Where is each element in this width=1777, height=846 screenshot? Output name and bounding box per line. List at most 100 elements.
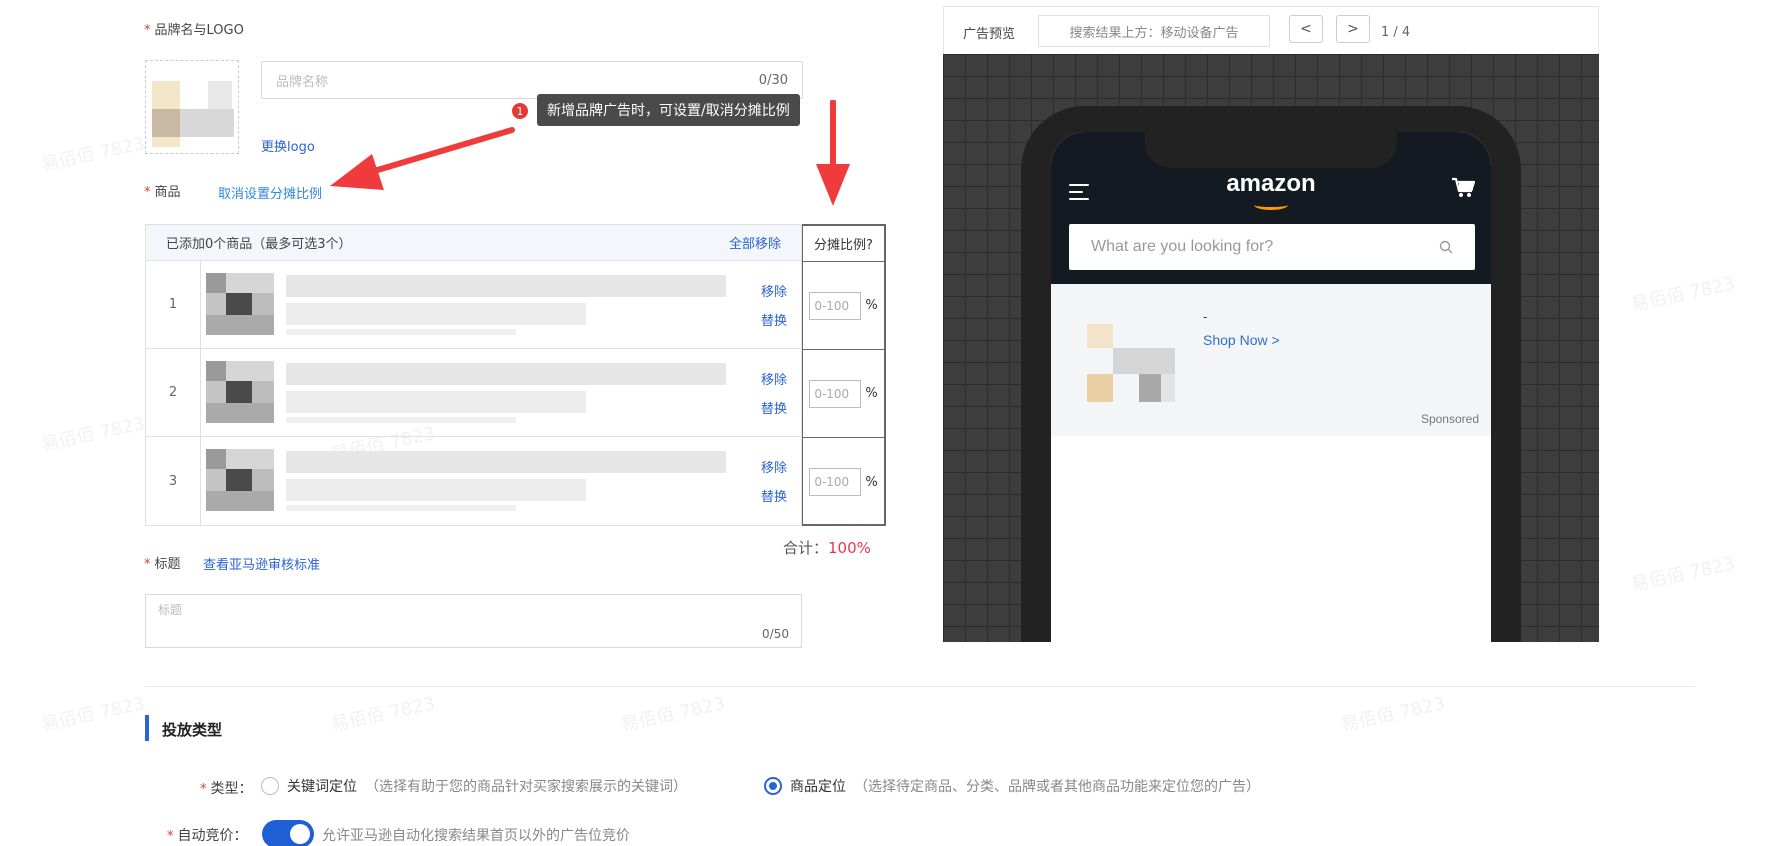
brand-name-placeholder: 品牌名称 [276,74,329,90]
annotation-tooltip: 新增品牌广告时，可设置/取消分摊比例 [537,94,800,126]
title-textarea[interactable]: 标题 0/50 [145,594,802,648]
product-title [286,363,726,423]
radio-keyword-targeting[interactable]: 关键词定位 （选择有助于您的商品针对买家搜索展示的关键词） [261,776,687,796]
amazon-smile-icon [1254,200,1288,210]
replace-button[interactable]: 替换 [761,398,787,417]
ratio-header: 分摊比例? [803,226,884,262]
amazon-search-box: What are you looking for? [1069,224,1475,270]
search-icon [1439,240,1453,254]
ratio-unit: % [865,474,878,490]
option-hint: （选择待定商品、分类、品牌或者其他商品功能来定位您的广告） [854,779,1260,795]
page-indicator: 1 / 4 [1381,25,1411,40]
goods-label-text: 商品 [154,185,181,200]
radio-checked-icon [764,777,782,795]
watermark: 易佰佰 7823 [39,413,147,456]
remove-button[interactable]: 移除 [761,281,787,300]
preview-label: 广告预览 [963,27,1016,42]
ratio-unit: % [865,386,878,401]
required-mark: * [144,185,151,200]
phone-frame: amazon What are you looking for? - Shop … [1021,106,1521,642]
watermark: 易佰佰 7823 [39,693,147,736]
cancel-ratio-link[interactable]: 取消设置分摊比例 [218,183,322,202]
ratio-total: 合计：100% [783,537,871,558]
product-table-header: 已添加0个商品（最多可选3个） 全部移除 [146,225,801,261]
required-mark: * [144,557,151,572]
review-standard-link[interactable]: 查看亚马逊审核标准 [203,554,320,573]
watermark: 易佰佰 7823 [1629,273,1737,316]
replace-button[interactable]: 替换 [761,310,787,329]
watermark: 易佰佰 7823 [619,693,727,736]
chevron-left-icon: < [1300,21,1312,37]
ratio-cell: 0-100 % [803,438,884,526]
required-mark: * [200,782,207,797]
remove-all-button[interactable]: 全部移除 [729,233,781,252]
product-image [206,361,276,425]
brand-logo[interactable] [145,60,239,154]
type-label: * 类型： [200,778,253,798]
placement-select[interactable]: 搜索结果上方：移动设备广告 [1038,15,1270,47]
table-row: 3 移除 替换 [146,437,801,525]
option-hint: （选择有助于您的商品针对买家搜索展示的关键词） [365,779,687,795]
total-label: 合计： [783,539,829,557]
title-label-text: 标题 [154,557,181,572]
total-value: 100% [828,539,871,557]
auto-bid-label: * 自动竞价： [167,825,248,845]
ratio-input[interactable]: 0-100 [809,379,862,408]
product-title [286,451,726,511]
chevron-right-icon: > [1347,21,1359,37]
shop-now-link: Shop Now > [1203,332,1280,348]
radio-icon [261,777,279,795]
section-accent-bar [145,715,149,741]
row-index: 2 [146,349,201,436]
product-count-text: 已添加0个商品（最多可选3个） [166,237,352,252]
annotation-arrow-left-icon [330,127,515,190]
product-title [286,275,726,335]
radio-product-targeting[interactable]: 商品定位 （选择待定商品、分类、品牌或者其他商品功能来定位您的广告） [764,776,1260,796]
required-mark: * [144,23,151,38]
watermark: 易佰佰 7823 [1339,693,1447,736]
option-label: 商品定位 [790,779,846,795]
title-placeholder: 标题 [158,603,183,617]
annotation-arrow-down-icon [816,100,850,206]
row-index: 3 [146,437,201,525]
ad-title: - [1203,310,1208,324]
ratio-input[interactable]: 0-100 [809,468,862,496]
replace-button[interactable]: 替换 [761,486,787,505]
product-table: 已添加0个商品（最多可选3个） 全部移除 1 移除 替换 2 移除 替换 3 移… [145,224,802,526]
ratio-input[interactable]: 0-100 [809,291,862,320]
type-label-text: 类型： [210,781,253,797]
auto-bid-toggle[interactable] [262,820,314,846]
sponsored-label: Sponsored [1420,412,1479,426]
goods-label: * 商品 [144,181,181,200]
amazon-header: amazon What are you looking for? [1051,132,1491,284]
next-button[interactable]: > [1336,15,1370,43]
remove-button[interactable]: 移除 [761,457,787,476]
auto-bid-hint: 允许亚马逊自动化搜索结果首页以外的广告位竞价 [322,828,630,844]
option-label: 关键词定位 [287,779,357,795]
cart-icon [1452,177,1475,197]
change-logo-link[interactable]: 更换logo [261,136,315,155]
section-title: 投放类型 [162,721,223,739]
step-badge: 1 [510,101,530,121]
section-divider [145,686,1695,687]
phone-notch [1145,132,1397,168]
amazon-search-placeholder: What are you looking for? [1091,238,1274,255]
table-row: 1 移除 替换 [146,261,801,349]
product-image [206,449,276,513]
watermark: 易佰佰 7823 [39,133,147,176]
title-label: * 标题 [144,553,181,572]
row-index: 1 [146,261,201,348]
sponsored-ad: - Shop Now > Sponsored [1051,284,1491,436]
ratio-unit: % [865,298,878,313]
brand-label-text: 品牌名与LOGO [154,23,244,38]
remove-button[interactable]: 移除 [761,369,787,388]
prev-button[interactable]: < [1289,15,1323,43]
phone-screen: amazon What are you looking for? - Shop … [1051,132,1491,642]
title-count: 0/50 [762,627,789,641]
ad-product-image [1087,324,1175,402]
amazon-logo: amazon [1226,170,1316,197]
ratio-cell: 0-100 % [803,350,884,438]
required-mark: * [167,829,174,844]
brand-name-count: 0/30 [758,72,788,88]
brand-label: * 品牌名与LOGO [144,19,244,38]
